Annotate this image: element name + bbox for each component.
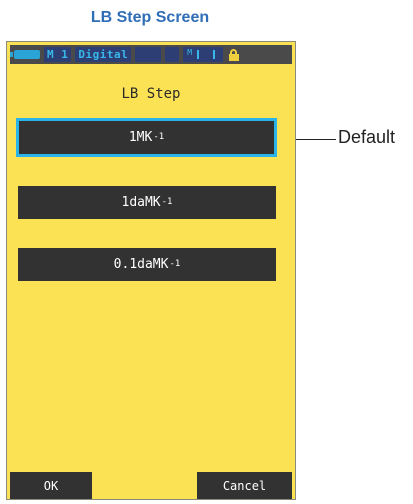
option-1mk[interactable]: 1MK -1 xyxy=(16,118,277,157)
meter-tick xyxy=(213,50,216,59)
unlock-icon xyxy=(227,47,241,62)
callout-line xyxy=(296,139,336,140)
mode-indicator: Digital xyxy=(75,47,132,62)
status-bar: M 1 Digital M xyxy=(10,45,292,64)
indicator-block xyxy=(165,47,180,62)
meter-tick xyxy=(197,50,200,59)
cancel-button[interactable]: Cancel xyxy=(197,472,292,499)
ok-button[interactable]: OK xyxy=(10,472,92,499)
option-label: 1daMK xyxy=(121,195,161,210)
option-label: 0.1daMK xyxy=(113,257,169,272)
indicator-block xyxy=(135,47,162,62)
screen-title: LB Step xyxy=(121,86,181,102)
page-title: LB Step Screen xyxy=(90,9,210,26)
battery-icon xyxy=(10,50,40,59)
meter-marker: M xyxy=(187,48,193,57)
option-exponent: -1 xyxy=(169,258,181,269)
option-0-1damk[interactable]: 0.1daMK -1 xyxy=(18,248,276,281)
option-label: 1MK xyxy=(128,130,153,145)
memory-indicator: M 1 xyxy=(44,47,72,62)
default-callout: Default xyxy=(338,127,396,147)
level-meter-icon: M xyxy=(183,47,224,62)
device-screen: M 1 Digital M LB Step 1MK -1 1daMK -1 0.1d… xyxy=(6,41,296,500)
option-1damk[interactable]: 1daMK -1 xyxy=(18,186,276,219)
option-exponent: -1 xyxy=(161,196,173,207)
option-exponent: -1 xyxy=(153,131,165,142)
